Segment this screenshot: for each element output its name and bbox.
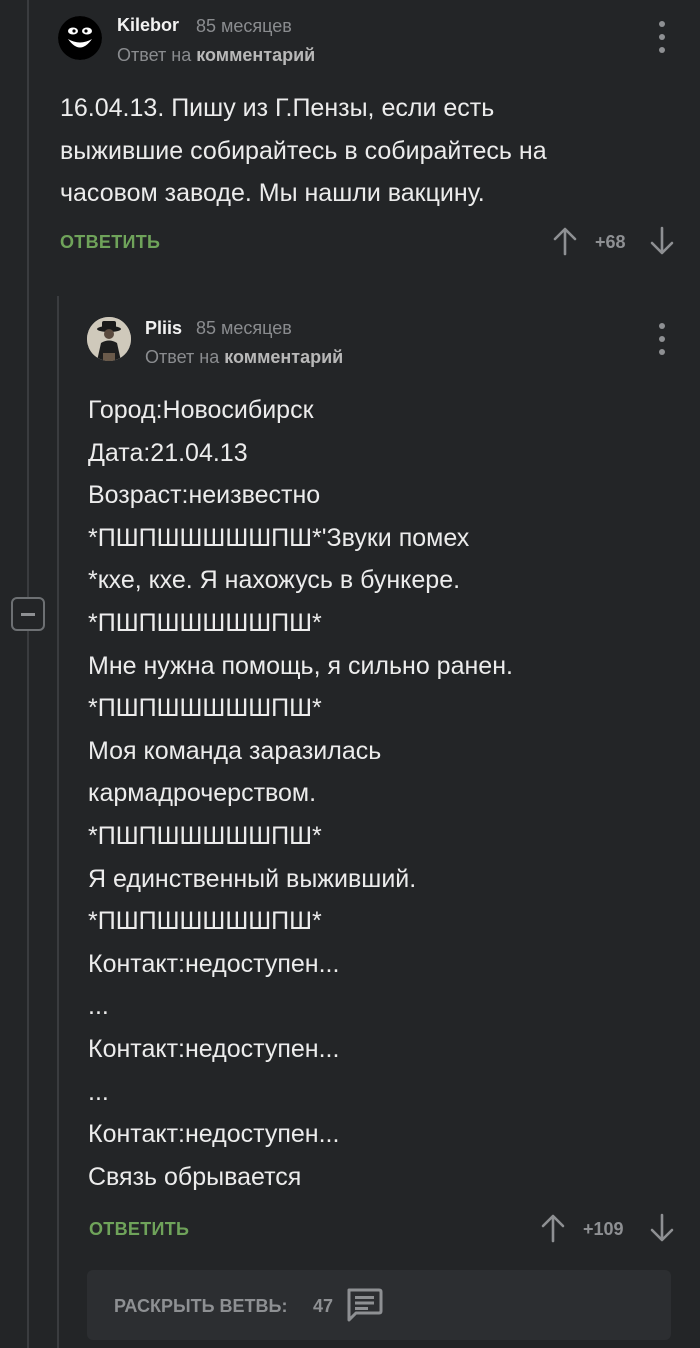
comment-line: *кхе, кхе. Я нахожусь в бункере. bbox=[88, 566, 461, 595]
arrow-up-icon[interactable] bbox=[540, 1213, 566, 1243]
author-name[interactable]: Pliis bbox=[145, 318, 182, 339]
comment-line: *ПШПШШШШШПШ* bbox=[88, 694, 322, 723]
comment-line: Контакт:недоступен... bbox=[88, 949, 340, 978]
reply-button[interactable]: ОТВЕТИТЬ bbox=[60, 232, 160, 253]
arrow-down-icon[interactable] bbox=[649, 1213, 675, 1243]
reply-to-prefix: Ответ на bbox=[145, 347, 220, 367]
comment-line: *ПШПШШШШШПШ*'Звуки помех bbox=[88, 523, 470, 552]
comment-line: 16.04.13. Пишу из Г.Пензы, если есть bbox=[60, 94, 495, 122]
reply-to-prefix: Ответ на bbox=[117, 45, 192, 65]
reply-to-link[interactable]: комментарий bbox=[196, 45, 315, 65]
comment-line: Мне нужна помощь, я сильно ранен. bbox=[88, 651, 513, 680]
comment-body: 16.04.13. Пишу из Г.Пензы, если есть выж… bbox=[60, 87, 547, 215]
comment-line: *ПШПШШШШШПШ* bbox=[88, 608, 322, 637]
kebab-menu-icon[interactable] bbox=[650, 323, 674, 355]
comment-line: Контакт:недоступен... bbox=[88, 1034, 340, 1063]
comment-body: Город:Новосибирск Дата:21.04.13 Возраст:… bbox=[88, 389, 513, 1198]
comment-bubble-icon bbox=[347, 1288, 383, 1322]
comment-line: Я единственный выживший. bbox=[88, 864, 417, 893]
expand-branch-count: 47 bbox=[313, 1296, 334, 1316]
avatar[interactable] bbox=[87, 317, 131, 361]
comment-line: Возраст:неизвестно bbox=[88, 481, 321, 510]
comment-line: Дата:21.04.13 bbox=[88, 438, 248, 467]
avatar[interactable] bbox=[58, 16, 102, 60]
comment-line: Город:Новосибирск bbox=[88, 396, 314, 424]
expand-branch-button[interactable]: РАСКРЫТЬ ВЕТВЬ: 47 bbox=[87, 1270, 671, 1340]
expand-branch-label: РАСКРЫТЬ ВЕТВЬ: bbox=[114, 1296, 288, 1316]
comment-timestamp: 85 месяцев bbox=[196, 318, 292, 338]
comment-line: *ПШПШШШШШПШ* bbox=[88, 907, 322, 936]
rating-value: +68 bbox=[595, 232, 626, 252]
comment-line: Контакт:недоступен... bbox=[88, 1120, 340, 1149]
arrow-down-icon[interactable] bbox=[649, 226, 675, 256]
comment-line: Моя команда заразилась bbox=[88, 736, 382, 765]
thread-line-inner bbox=[57, 296, 59, 1348]
comment-line: кармадрочерством. bbox=[88, 779, 317, 808]
reply-button[interactable]: ОТВЕТИТЬ bbox=[89, 1219, 189, 1240]
comment-line: часовом заводе. Мы нашли вакцину. bbox=[60, 179, 485, 208]
reply-to-line: Ответ на комментарий bbox=[145, 347, 343, 368]
reply-to-link[interactable]: комментарий bbox=[224, 347, 343, 367]
reply-to-line: Ответ на комментарий bbox=[117, 45, 315, 66]
rating-value: +109 bbox=[583, 1219, 624, 1239]
comment-line: ... bbox=[88, 992, 109, 1021]
comment-line: ... bbox=[88, 1077, 109, 1106]
thread-line-outer bbox=[27, 0, 29, 1348]
collapse-branch-button[interactable] bbox=[11, 597, 45, 631]
author-name[interactable]: Kilebor bbox=[117, 15, 179, 36]
comment-line: выжившие собирайтесь в собирайтесь на bbox=[60, 136, 547, 165]
comment-line: *ПШПШШШШШПШ* bbox=[88, 821, 322, 850]
kebab-menu-icon[interactable] bbox=[650, 21, 674, 53]
minus-icon bbox=[21, 613, 35, 616]
comment-timestamp: 85 месяцев bbox=[196, 16, 292, 36]
trollface-avatar-icon bbox=[58, 16, 102, 60]
arrow-up-icon[interactable] bbox=[552, 226, 578, 256]
comment-line: Связь обрывается bbox=[88, 1162, 302, 1191]
person-avatar-icon bbox=[87, 317, 131, 361]
